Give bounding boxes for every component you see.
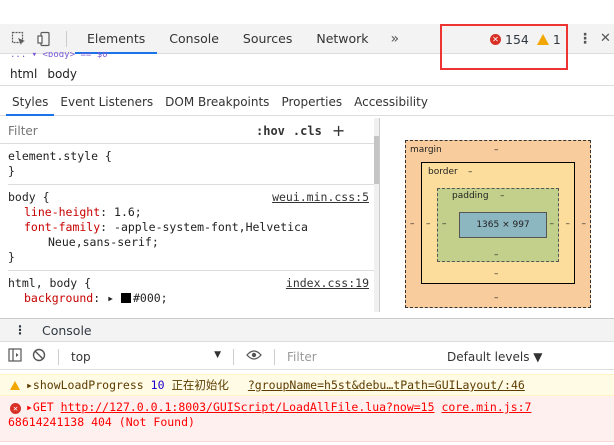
device-toolbar-icon[interactable] xyxy=(32,26,58,52)
rule-source-link[interactable]: weui.min.css:5 xyxy=(272,190,369,205)
toolbar-separator xyxy=(66,30,67,47)
rule-close: } xyxy=(8,164,15,178)
tab-properties[interactable]: Properties xyxy=(275,88,348,116)
padding-label: padding xyxy=(452,191,489,201)
margin-right-value[interactable]: – xyxy=(582,219,587,229)
padding-bottom-value[interactable]: – xyxy=(494,250,499,260)
kebab-menu-icon[interactable]: ⋮ xyxy=(578,24,592,54)
eye-icon[interactable] xyxy=(246,349,262,364)
warning-count: 1 xyxy=(552,31,561,47)
console-separator xyxy=(274,348,275,365)
warning-chinese-text: 正在初始化 xyxy=(171,378,229,392)
styles-scrollbar[interactable] xyxy=(374,118,379,312)
context-selector[interactable]: top ▼ xyxy=(71,350,221,364)
css-value[interactable]: -apple-system-font,Helvetica xyxy=(114,220,308,234)
error-count: 154 xyxy=(505,31,529,47)
devtools-toolbar: Elements Console Sources Network » ✕ 154… xyxy=(0,24,614,70)
css-property[interactable]: background xyxy=(24,291,93,305)
console-separator xyxy=(58,348,59,365)
margin-left-value[interactable]: – xyxy=(410,219,415,229)
margin-bottom-value[interactable]: – xyxy=(494,293,499,303)
drawer-tab-console[interactable]: Console xyxy=(42,323,92,338)
breadcrumb-body[interactable]: body xyxy=(47,67,77,81)
close-icon[interactable]: ✕ xyxy=(600,24,611,54)
warning-icon xyxy=(10,379,20,394)
tab-console[interactable]: Console xyxy=(157,24,231,54)
issue-counter[interactable]: ✕ 154 1 xyxy=(490,24,561,54)
border-right-value[interactable]: – xyxy=(566,219,571,229)
styles-filter-input[interactable] xyxy=(8,123,248,138)
console-warning-message[interactable]: ▸showLoadProgress 10 正在初始化 ?groupName=h5… xyxy=(0,374,614,396)
padding-top-value[interactable]: – xyxy=(500,191,505,201)
tab-sources[interactable]: Sources xyxy=(231,24,304,54)
error-source-link[interactable]: core.min.js:7 xyxy=(441,400,531,414)
styles-filter-bar: :hov .cls + xyxy=(0,118,379,144)
style-rule: element.style { } xyxy=(8,144,379,185)
warning-text: ▸showLoadProgress xyxy=(26,378,144,392)
scroll-thumb[interactable] xyxy=(374,136,379,184)
error-icon: ✕ xyxy=(10,400,21,415)
breadcrumb: html body xyxy=(0,62,614,86)
tab-dom-breakpoints[interactable]: DOM Breakpoints xyxy=(159,88,275,116)
expand-arrow-icon[interactable]: ▸ xyxy=(107,291,114,305)
margin-label: margin xyxy=(410,145,442,155)
margin-top-value[interactable]: – xyxy=(494,145,499,155)
clear-console-icon[interactable] xyxy=(32,348,46,365)
css-property[interactable]: line-height xyxy=(24,205,100,219)
console-toolbar: top ▼ Filter Default levels ▼ xyxy=(0,344,614,370)
border-top-value[interactable]: – xyxy=(468,167,473,177)
box-content[interactable]: 1365 × 997 xyxy=(459,212,547,238)
css-value[interactable]: 1.6; xyxy=(114,205,142,219)
tab-event-listeners[interactable]: Event Listeners xyxy=(54,88,159,116)
styles-pane: :hov .cls + element.style { } body { weu… xyxy=(0,118,380,312)
chevron-down-icon: ▼ xyxy=(214,349,221,360)
drawer-header: ⋮ Console xyxy=(0,318,614,342)
tab-elements[interactable]: Elements xyxy=(75,24,158,54)
box-model: margin – – – – border – – – – padding – … xyxy=(381,118,614,312)
rule-close: } xyxy=(8,250,15,264)
hov-toggle[interactable]: :hov xyxy=(256,124,285,138)
tab-styles[interactable]: Styles xyxy=(6,88,55,116)
breadcrumb-html[interactable]: html xyxy=(10,67,37,81)
rule-selector[interactable]: element.style { xyxy=(8,149,379,164)
cls-toggle[interactable]: .cls xyxy=(293,124,322,138)
border-bottom-value[interactable]: – xyxy=(494,269,499,279)
error-method: ▸GET xyxy=(26,400,54,414)
error-line-2: 68614241138 404 (Not Found) xyxy=(8,415,195,429)
color-swatch[interactable] xyxy=(120,293,131,303)
padding-right-value[interactable]: – xyxy=(550,219,555,229)
css-property[interactable]: font-family xyxy=(24,220,100,234)
context-value: top xyxy=(71,349,91,364)
style-rule: body { weui.min.css:5 line-height: 1.6; … xyxy=(8,185,379,271)
new-rule-button[interactable]: + xyxy=(332,121,345,140)
error-url-link[interactable]: http://127.0.0.1:8003/GUIScript/LoadAllF… xyxy=(61,400,435,414)
more-tabs-button[interactable]: » xyxy=(381,31,410,47)
log-levels-dropdown[interactable]: Default levels ▼ xyxy=(437,350,543,364)
rule-source-link[interactable]: index.css:19 xyxy=(286,276,369,291)
tab-network[interactable]: Network xyxy=(304,24,380,54)
console-filter-input[interactable]: Filter xyxy=(287,350,427,364)
dom-crumb-ghost: ... ▾ <body> == $0 xyxy=(10,52,108,60)
elements-subtabs: Styles Event Listeners DOM Breakpoints P… xyxy=(0,88,614,116)
console-separator xyxy=(233,348,234,365)
border-label: border xyxy=(428,167,458,177)
tab-accessibility[interactable]: Accessibility xyxy=(348,88,434,116)
drawer-menu-icon[interactable]: ⋮ xyxy=(14,323,26,337)
inspect-element-icon[interactable] xyxy=(6,26,32,52)
console-error-message[interactable]: ✕ ▸GET http://127.0.0.1:8003/GUIScript/L… xyxy=(0,396,614,442)
warning-icon xyxy=(536,33,549,45)
border-left-value[interactable]: – xyxy=(426,219,431,229)
error-icon: ✕ xyxy=(490,33,501,45)
sidebar-toggle-icon[interactable] xyxy=(8,348,22,365)
warning-source-link[interactable]: ?groupName=h5st&debu…tPath=GUILayout/:46 xyxy=(248,378,525,392)
style-rule: html, body { index.css:19 background: ▸ … xyxy=(8,271,379,311)
warning-number: 10 xyxy=(150,378,165,392)
css-value[interactable]: #000; xyxy=(133,291,168,305)
css-value-cont: Neue,sans-serif; xyxy=(48,235,159,249)
padding-left-value[interactable]: – xyxy=(442,219,447,229)
